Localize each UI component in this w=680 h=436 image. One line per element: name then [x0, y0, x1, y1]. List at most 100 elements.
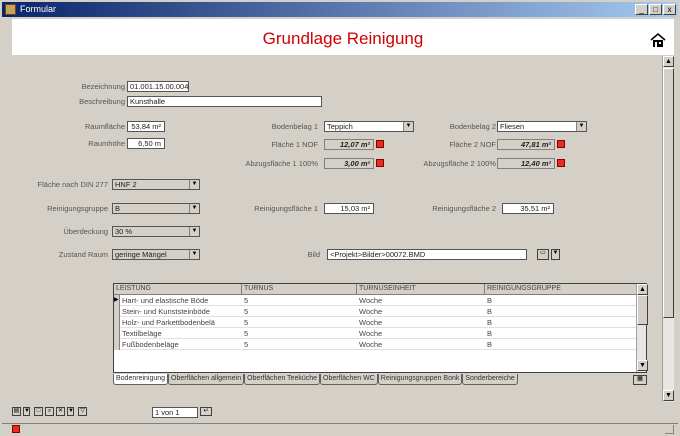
- cell-leistung[interactable]: Holz- und Parkettbodenbelä: [120, 317, 242, 328]
- gruppe-value: B: [115, 204, 121, 213]
- app-icon: [5, 4, 16, 15]
- cell-leistung[interactable]: Hart- und elastische Böde: [120, 295, 242, 306]
- cell-reinigungsgruppe[interactable]: B: [485, 328, 637, 339]
- din277-value: HNF 2: [115, 180, 137, 189]
- scroll-down-icon[interactable]: ▼: [637, 360, 648, 371]
- oberdeckung-value: 30 %: [115, 227, 133, 236]
- rflaeche1-field[interactable]: 15,03 m²: [324, 203, 374, 214]
- resize-grip-icon[interactable]: [665, 425, 674, 434]
- chevron-down-icon[interactable]: ▼: [576, 122, 586, 131]
- close-button[interactable]: x: [663, 4, 676, 15]
- bodenbelag2-select[interactable]: Fliesen ▼: [497, 121, 587, 132]
- gruppe-select[interactable]: B ▼: [112, 203, 200, 214]
- scroll-down-icon[interactable]: ▼: [663, 390, 674, 401]
- leistungen-table: LEISTUNG TURNUS TURNUSEINHEIT REINIGUNGS…: [113, 283, 648, 373]
- tab-oberflaechen-teekueche[interactable]: Oberflächen Teeküche: [244, 374, 321, 385]
- cell-turnuseinheit[interactable]: Woche: [357, 339, 485, 350]
- calc-icon[interactable]: [557, 140, 565, 148]
- calc-icon[interactable]: [557, 159, 565, 167]
- raumflaeche-field[interactable]: 53,84 m²: [127, 121, 165, 132]
- column-header-turnuseinheit[interactable]: TURNUSEINHEIT: [357, 284, 485, 295]
- tab-oberflaechen-wc[interactable]: Oberflächen WC: [320, 374, 378, 385]
- abzug1-field: 3,00 m²: [324, 158, 374, 169]
- din277-select[interactable]: HNF 2 ▼: [112, 179, 200, 190]
- bezeichnung-field[interactable]: 01.001.15.00.004: [127, 81, 189, 92]
- column-header-reinigungsgruppe[interactable]: REINIGUNGSGRUPPE: [485, 284, 637, 295]
- tab-reinigungsgruppen[interactable]: Reinigungsgruppen Bonk: [377, 374, 463, 385]
- cell-turnus[interactable]: 5: [242, 317, 357, 328]
- scroll-thumb[interactable]: [663, 68, 674, 318]
- cell-turnuseinheit[interactable]: Woche: [357, 306, 485, 317]
- page-title: Grundlage Reinigung: [262, 29, 424, 48]
- cell-turnus[interactable]: 5: [242, 339, 357, 350]
- cell-leistung[interactable]: Fußbodenbeläge: [120, 339, 242, 350]
- calc-icon[interactable]: [376, 159, 384, 167]
- chevron-down-icon[interactable]: ▼: [551, 249, 560, 260]
- rflaeche2-field[interactable]: 35,51 m²: [502, 203, 554, 214]
- raumhoehe-field[interactable]: 6,50 m: [127, 138, 165, 149]
- column-header-turnus[interactable]: TURNUS: [242, 284, 357, 295]
- bild-field[interactable]: <Projekt>Bilder>00072.BMD: [327, 249, 527, 260]
- tab-sonderbereiche[interactable]: Sonderbereiche: [462, 374, 518, 385]
- filter-icon[interactable]: ▽: [78, 407, 87, 416]
- chevron-down-icon[interactable]: ▼: [189, 180, 199, 189]
- search-icon[interactable]: ⌕: [45, 407, 54, 416]
- table-scrollbar[interactable]: ▲ ▼: [636, 284, 648, 372]
- record-navigator[interactable]: 1 von 1: [152, 407, 198, 418]
- cell-turnus[interactable]: 5: [242, 328, 357, 339]
- tab-oberflaechen-allgemein[interactable]: Oberflächen allgemein: [168, 374, 245, 385]
- cell-reinigungsgruppe[interactable]: B: [485, 339, 637, 350]
- rflaeche2-label: Reinigungsfläche 2: [432, 204, 496, 213]
- cell-reinigungsgruppe[interactable]: B: [485, 317, 637, 328]
- bezeichnung-label: Bezeichnung: [81, 82, 125, 91]
- gruppe-label: Reinigungsgruppe: [47, 204, 108, 213]
- cell-reinigungsgruppe[interactable]: B: [485, 295, 637, 306]
- goto-record-icon[interactable]: ↵: [200, 407, 212, 416]
- scroll-up-icon[interactable]: ▲: [663, 56, 674, 67]
- scroll-thumb[interactable]: [637, 295, 648, 325]
- chevron-down-icon[interactable]: ▼: [189, 227, 199, 236]
- zustand-select[interactable]: geringe Mängel ▼: [112, 249, 200, 260]
- beschreibung-field[interactable]: Kunsthalle: [127, 96, 322, 107]
- image-browse-icon[interactable]: ▭: [537, 249, 549, 260]
- zustand-label: Zustand Raum: [58, 250, 108, 259]
- cell-turnus[interactable]: 5: [242, 295, 357, 306]
- abzug2-field: 12,40 m²: [497, 158, 555, 169]
- raumhoehe-label: Raumhöhe: [88, 139, 125, 148]
- form-scrollbar[interactable]: ▲ ▼: [662, 56, 674, 402]
- delete-icon[interactable]: ✕: [56, 407, 65, 416]
- bild-label: Bild: [307, 250, 320, 259]
- oberdeckung-select[interactable]: 30 % ▼: [112, 226, 200, 237]
- cell-turnuseinheit[interactable]: Woche: [357, 317, 485, 328]
- maximize-button[interactable]: □: [649, 4, 662, 15]
- window-title: Formular: [20, 4, 57, 14]
- new-record-icon[interactable]: □: [34, 407, 43, 416]
- cell-turnus[interactable]: 5: [242, 306, 357, 317]
- scroll-up-icon[interactable]: ▲: [637, 284, 648, 295]
- cell-turnuseinheit[interactable]: Woche: [357, 328, 485, 339]
- tab-bodenreinigung[interactable]: Bodenreinigung: [113, 374, 169, 385]
- chevron-down-icon[interactable]: ▼: [189, 204, 199, 213]
- cell-reinigungsgruppe[interactable]: B: [485, 306, 637, 317]
- cell-leistung[interactable]: Stein- und Kunststeinböde: [120, 306, 242, 317]
- minimize-button[interactable]: _: [635, 4, 648, 15]
- cell-turnuseinheit[interactable]: Woche: [357, 295, 485, 306]
- bodenbelag1-label: Bodenbelag 1: [271, 122, 318, 131]
- flaeche1-label: Fläche 1 NOF: [271, 140, 318, 149]
- oberdeckung-label: Überdeckung: [63, 227, 108, 236]
- grid-view-icon[interactable]: ▦: [633, 375, 647, 385]
- calc-icon[interactable]: [376, 140, 384, 148]
- chevron-down-icon[interactable]: ▼: [67, 407, 74, 416]
- title-bar: Formular _ □ x: [2, 2, 678, 17]
- chevron-down-icon[interactable]: ▼: [23, 407, 30, 416]
- view-icon[interactable]: ▤: [12, 407, 21, 416]
- din277-label: Fläche nach DIN 277: [37, 180, 108, 189]
- chevron-down-icon[interactable]: ▼: [189, 250, 199, 259]
- beschreibung-label: Beschreibung: [79, 97, 125, 106]
- abzug2-label: Abzugsfläche 2 100%: [423, 159, 496, 168]
- status-indicator-icon: [12, 425, 20, 433]
- column-header-leistung[interactable]: LEISTUNG: [114, 284, 242, 295]
- bodenbelag2-label: Bodenbelag 2: [449, 122, 496, 131]
- cell-leistung[interactable]: Textilbeläge: [120, 328, 242, 339]
- home-icon[interactable]: [650, 33, 666, 47]
